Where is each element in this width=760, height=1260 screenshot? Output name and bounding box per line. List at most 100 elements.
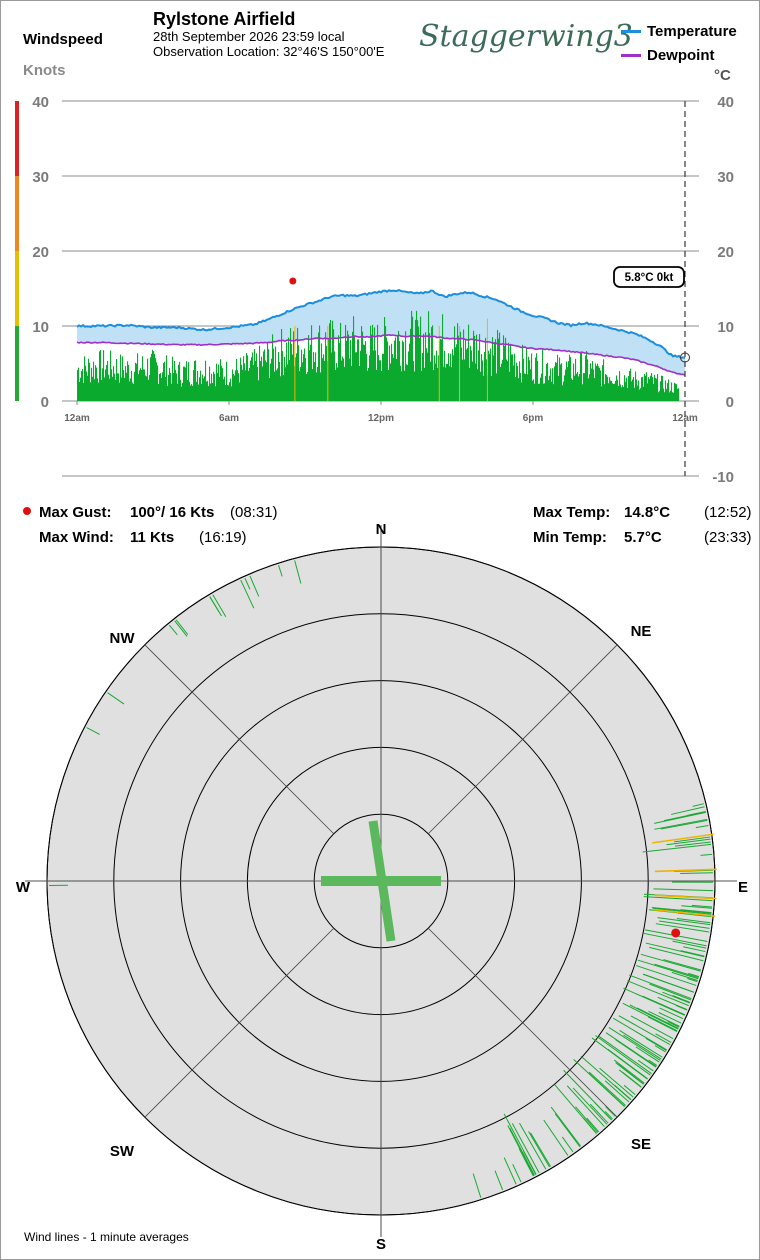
temp-tick-label: 10	[717, 319, 734, 336]
wind-bar	[98, 382, 100, 401]
wind-bar	[388, 369, 390, 401]
wind-bar	[112, 376, 114, 401]
wind-bar	[667, 383, 669, 401]
wind-bar	[123, 370, 125, 401]
wind-bar	[656, 378, 658, 401]
wind-bar	[185, 367, 187, 401]
wind-bar	[160, 373, 162, 401]
wind-bar	[496, 373, 498, 401]
wind-bar	[527, 374, 529, 401]
wind-tick-label: 10	[32, 319, 49, 336]
wind-bar	[107, 360, 109, 401]
wind-bar	[318, 332, 320, 401]
wind-bar	[623, 387, 625, 401]
wind-bar	[94, 379, 96, 401]
wind-bar	[351, 365, 353, 401]
wind-bar	[195, 360, 197, 401]
wind-bar	[178, 364, 180, 401]
x-tick-label: 6am	[219, 413, 239, 424]
wind-bar	[247, 355, 249, 401]
wind-bar	[180, 379, 182, 401]
wind-bar	[323, 354, 325, 401]
wind-bar	[488, 350, 490, 401]
wind-bar	[392, 353, 394, 401]
wind-bar	[193, 370, 195, 401]
wind-bar	[250, 360, 252, 401]
wind-bar	[184, 366, 186, 401]
wind-bar	[675, 383, 677, 401]
wind-bar	[293, 331, 295, 401]
wind-bar	[371, 334, 373, 401]
wind-bar	[276, 370, 278, 401]
wind-bar	[614, 383, 616, 401]
wind-bar	[187, 380, 189, 401]
wind-bar	[431, 327, 433, 401]
wind-bar	[559, 357, 561, 401]
wind-bar	[210, 383, 212, 401]
wind-bar	[337, 367, 339, 401]
wind-bar	[241, 364, 243, 401]
wind-bar	[430, 361, 432, 401]
wind-bar	[495, 339, 497, 401]
wind-bar	[599, 367, 601, 401]
wind-bar	[658, 392, 660, 401]
wind-bar	[407, 365, 409, 401]
legend: Temperature Dewpoint	[621, 21, 737, 65]
wind-bar	[202, 374, 204, 401]
wind-scale-band-2	[15, 176, 19, 251]
wind-bar	[585, 355, 587, 401]
wind-bar	[148, 379, 150, 401]
wind-bar	[264, 349, 266, 401]
wind-bar	[245, 370, 247, 401]
wind-bar	[341, 360, 343, 401]
wind-bar	[397, 335, 399, 401]
wind-bar	[520, 372, 522, 401]
footer-note: Wind lines - 1 minute averages	[24, 1230, 189, 1244]
wind-bar	[232, 369, 234, 401]
wind-bar	[441, 339, 443, 401]
wind-bar	[569, 354, 571, 401]
wind-bar	[581, 351, 583, 401]
wind-bar	[157, 365, 159, 401]
wind-bar	[141, 370, 143, 401]
wind-bar	[483, 375, 485, 401]
wind-bar	[551, 381, 553, 401]
wind-bar	[167, 385, 169, 401]
wind-bar	[605, 374, 607, 401]
wind-bar	[629, 370, 631, 401]
wind-bar	[437, 367, 439, 401]
wind-bar	[650, 375, 652, 401]
wind-bar	[492, 337, 494, 401]
wind-bar	[668, 379, 670, 401]
wind-bar	[208, 386, 210, 401]
date-time: 28th September 2026 23:59 local	[153, 29, 345, 44]
wind-bar	[413, 361, 415, 401]
wind-bar	[277, 368, 279, 401]
dewpoint-swatch	[621, 53, 641, 57]
wind-bar	[93, 361, 95, 401]
wind-bar	[472, 361, 474, 401]
wind-bar	[405, 331, 407, 401]
wind-bar	[190, 385, 192, 401]
wind-bar	[173, 373, 175, 401]
wind-bar	[632, 379, 634, 401]
legend-label-dewpoint: Dewpoint	[647, 46, 715, 64]
wind-bar	[225, 384, 227, 401]
wind-bar	[189, 381, 191, 401]
wind-bar	[84, 356, 86, 401]
wind-bar	[230, 378, 232, 401]
wind-bar	[584, 373, 586, 401]
wind-bar	[196, 381, 198, 401]
wind-bar	[500, 366, 502, 401]
wind-bar	[137, 353, 139, 401]
wind-bar	[80, 377, 82, 401]
wind-bar	[379, 360, 381, 401]
wind-bar	[284, 356, 286, 401]
wind-bar	[343, 358, 345, 401]
wind-bar	[640, 388, 642, 401]
wind-bar	[77, 370, 79, 401]
wind-bar	[140, 368, 142, 401]
wind-bar	[641, 377, 643, 401]
wind-bar	[625, 381, 627, 401]
wind-bar	[290, 328, 292, 401]
